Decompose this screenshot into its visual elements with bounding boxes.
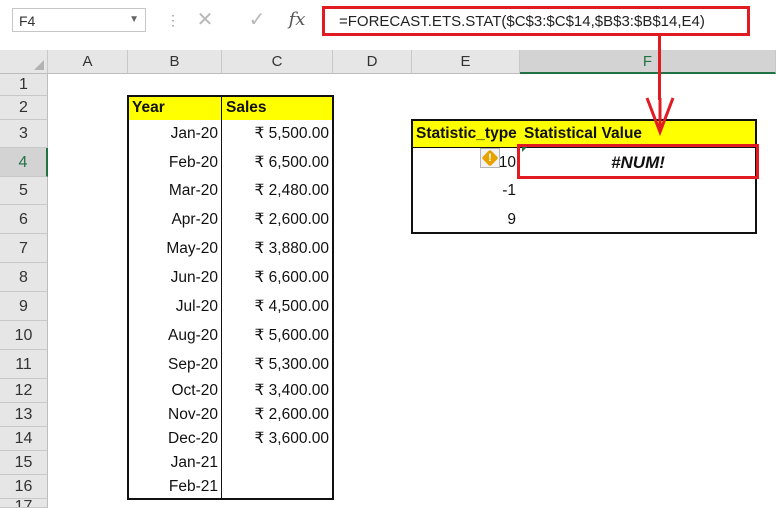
statistic-type-cell[interactable]: -1 xyxy=(412,177,520,205)
row-header-11[interactable]: 11 xyxy=(0,350,48,379)
column-header-c[interactable]: C xyxy=(222,50,333,74)
statistic-type-cell[interactable]: 9 xyxy=(412,205,520,234)
year-cell[interactable]: Nov-20 xyxy=(128,403,222,427)
formula-bar-grip-icon: ⋮ xyxy=(166,12,180,28)
year-cell[interactable]: Jan-21 xyxy=(128,451,222,475)
insert-function-icon[interactable]: fx xyxy=(282,4,312,36)
column-header-b[interactable]: B xyxy=(128,50,222,74)
warning-icon[interactable]: ! xyxy=(480,148,500,168)
formula-input[interactable]: =FORECAST.ETS.STAT($C$3:$C$14,$B$3:$B$14… xyxy=(322,6,750,36)
sales-cell[interactable]: ₹ 6,600.00 xyxy=(222,263,333,292)
year-cell[interactable]: Aug-20 xyxy=(128,321,222,350)
year-cell[interactable]: Dec-20 xyxy=(128,427,222,451)
sales-cell[interactable]: ₹ 4,500.00 xyxy=(222,292,333,321)
sales-cell[interactable]: ₹ 5,500.00 xyxy=(222,120,333,148)
year-cell[interactable]: Apr-20 xyxy=(128,205,222,234)
statistic-type-cell[interactable]: 10 xyxy=(412,148,520,177)
year-header[interactable]: Year xyxy=(128,96,222,120)
year-cell[interactable]: Mar-20 xyxy=(128,177,222,205)
statistical-value-cell[interactable] xyxy=(520,177,756,205)
sales-cell[interactable]: ₹ 5,300.00 xyxy=(222,350,333,379)
row-header-2[interactable]: 2 xyxy=(0,96,48,120)
sales-cell[interactable]: ₹ 2,600.00 xyxy=(222,205,333,234)
year-cell[interactable]: Jun-20 xyxy=(128,263,222,292)
statistical-value-cell[interactable] xyxy=(520,205,756,234)
row-header-14[interactable]: 14 xyxy=(0,427,48,451)
row-header-3[interactable]: 3 xyxy=(0,120,48,148)
row-header-1[interactable]: 1 xyxy=(0,74,48,96)
selected-cell-highlight xyxy=(517,144,759,179)
select-all-button[interactable] xyxy=(0,50,48,74)
name-box-value: F4 xyxy=(19,13,36,29)
sales-cell[interactable]: ₹ 6,500.00 xyxy=(222,148,333,177)
year-cell[interactable]: Feb-21 xyxy=(128,475,222,499)
sales-cell[interactable]: ₹ 3,880.00 xyxy=(222,234,333,263)
sales-cell[interactable]: ₹ 2,480.00 xyxy=(222,177,333,205)
row-header-17[interactable]: 17 xyxy=(0,499,48,508)
row-header-9[interactable]: 9 xyxy=(0,292,48,321)
row-header-15[interactable]: 15 xyxy=(0,451,48,475)
row-header-6[interactable]: 6 xyxy=(0,205,48,234)
arrow-down-icon xyxy=(645,97,675,136)
sales-cell[interactable]: ₹ 3,600.00 xyxy=(222,427,333,451)
enter-icon[interactable]: ✓ xyxy=(242,4,272,36)
sales-cell[interactable]: ₹ 3,400.00 xyxy=(222,379,333,403)
sales-cell[interactable]: ₹ 2,600.00 xyxy=(222,403,333,427)
column-header-d[interactable]: D xyxy=(333,50,412,74)
row-header-7[interactable]: 7 xyxy=(0,234,48,263)
sales-cell[interactable] xyxy=(222,475,333,499)
sales-table-divider xyxy=(221,95,222,500)
column-header-e[interactable]: E xyxy=(412,50,520,74)
chevron-down-icon[interactable]: ▼ xyxy=(129,14,139,25)
row-header-13[interactable]: 13 xyxy=(0,403,48,427)
statistic-type-header[interactable]: Statistic_type xyxy=(412,120,520,148)
year-cell[interactable]: Sep-20 xyxy=(128,350,222,379)
year-cell[interactable]: Oct-20 xyxy=(128,379,222,403)
year-cell[interactable]: May-20 xyxy=(128,234,222,263)
name-box[interactable]: F4 ▼ xyxy=(12,8,146,32)
column-header-f[interactable]: F xyxy=(520,50,776,74)
exclamation-icon: ! xyxy=(488,152,492,164)
arrow-shaft xyxy=(658,36,661,100)
row-header-5[interactable]: 5 xyxy=(0,177,48,205)
sales-header[interactable]: Sales xyxy=(222,96,333,120)
cancel-icon[interactable]: ✕ xyxy=(190,4,220,36)
row-header-16[interactable]: 16 xyxy=(0,475,48,499)
row-header-10[interactable]: 10 xyxy=(0,321,48,350)
column-header-a[interactable]: A xyxy=(48,50,128,74)
formula-text: =FORECAST.ETS.STAT($C$3:$C$14,$B$3:$B$14… xyxy=(339,13,705,30)
sales-cell[interactable]: ₹ 5,600.00 xyxy=(222,321,333,350)
row-header-8[interactable]: 8 xyxy=(0,263,48,292)
row-header-4[interactable]: 4 xyxy=(0,148,48,177)
year-cell[interactable]: Jul-20 xyxy=(128,292,222,321)
year-cell[interactable]: Feb-20 xyxy=(128,148,222,177)
row-header-12[interactable]: 12 xyxy=(0,379,48,403)
year-cell[interactable]: Jan-20 xyxy=(128,120,222,148)
sales-cell[interactable] xyxy=(222,451,333,475)
